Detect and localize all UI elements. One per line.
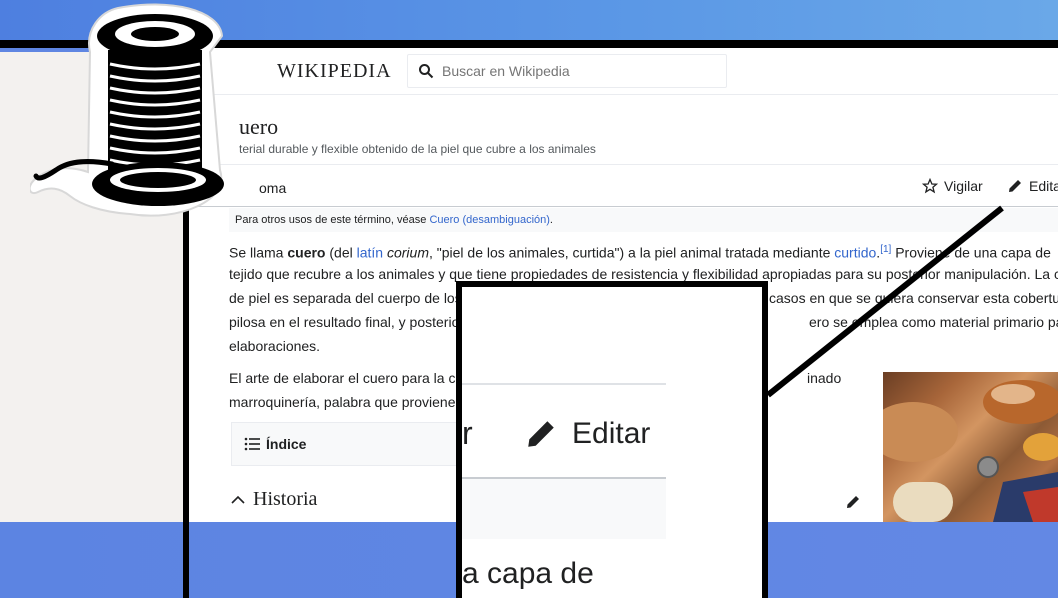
section-historia[interactable]: Historia [231,488,317,511]
search-icon [419,64,434,79]
text: (del [329,244,353,261]
divider [189,164,1058,165]
divider [189,206,1058,207]
watch-button[interactable]: Vigilar [922,178,983,194]
section-title: Historia [253,488,318,510]
leather-photo [883,372,1058,522]
text: ero se emplea como material primario par… [809,314,1058,330]
wikipedia-logo[interactable]: WIKIPEDIA [277,60,392,83]
link-curtido[interactable]: curtido [834,245,876,261]
language-tab[interactable]: oma [259,180,286,196]
text: de piel es separada del cuerpo de los [229,290,462,306]
page-subtitle: terial durable y flexible obtenido de la… [239,142,596,156]
watch-label: Vigilar [944,178,983,194]
zoom-edit-label: Editar [572,417,651,450]
search-box[interactable] [407,54,727,88]
thread-spool-sticker [30,3,224,217]
edit-label: Edita [1029,178,1058,194]
reference-1[interactable]: [1] [880,244,891,255]
text: casos en que se quiera conservar esta co… [769,290,1058,306]
wiki-header: WIKIPEDIA [189,48,1058,95]
disambiguation-link[interactable]: Cuero (desambiguación) [429,214,549,226]
search-input[interactable] [440,62,724,80]
star-icon [922,178,938,194]
text: , "piel de los animales, curtida") a la … [429,244,831,261]
zoom-callout: r Editar a capa de [456,281,768,598]
leather-image [883,380,1058,522]
hatnote-text: Para otros usos de este término, véase [235,214,427,226]
zoom-blank [666,287,762,598]
pencil-icon [1009,180,1021,192]
paragraph-line: Se llama cuero (del latín corium, "piel … [229,244,1051,261]
zoom-edit-button[interactable]: Editar [524,417,650,451]
toc-toggle[interactable]: Índice [231,422,463,466]
bold-term: cuero [287,244,326,261]
text: inado [807,370,842,386]
hatnote-period: . [549,214,553,226]
toc-label: Índice [266,436,307,452]
text: Se llama [229,244,284,261]
divider [462,383,666,385]
italic-term: corium [386,244,429,261]
pencil-icon[interactable] [845,494,861,510]
hatnote: Para otros usos de este término, véase C… [229,208,1058,232]
zoom-partial-text: r [462,415,473,451]
zoom-bottom-text: a capa de [462,557,594,590]
link-latin[interactable]: latín [357,245,383,261]
text: pilosa en el resultado final, y posterio [229,314,460,330]
text: El arte de elaborar el cuero para la co [229,370,464,386]
chevron-up-icon [231,495,245,504]
zoom-hatnote-bg [462,479,666,539]
text: Proviene de una capa de [895,244,1051,261]
list-icon [244,437,260,451]
pencil-icon [528,421,554,447]
edit-button[interactable]: Edita [1007,178,1058,194]
